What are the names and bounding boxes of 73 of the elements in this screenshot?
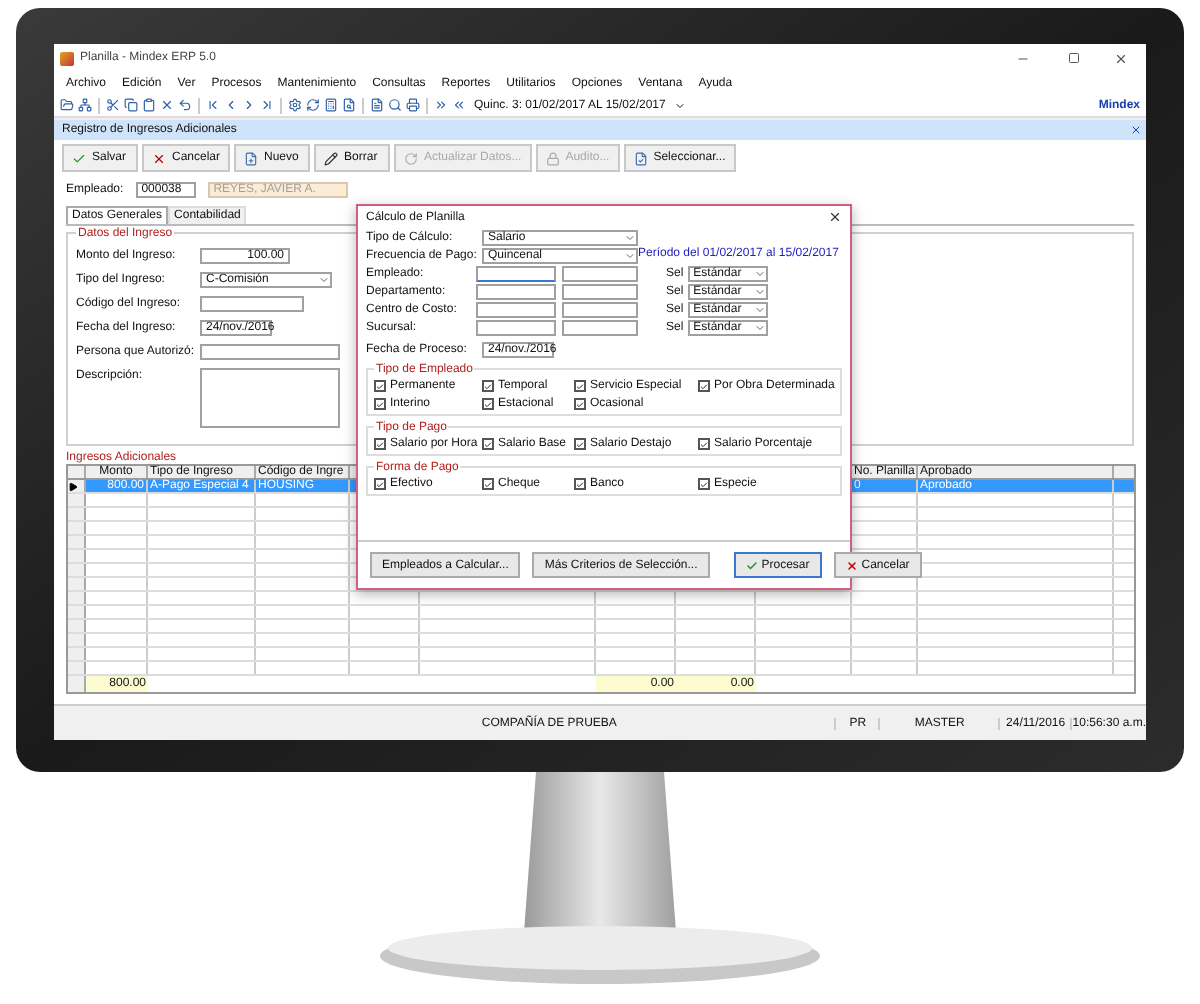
checkbox[interactable] bbox=[374, 380, 386, 392]
input-field[interactable] bbox=[200, 296, 304, 312]
check-icon bbox=[484, 439, 492, 449]
document-icon bbox=[633, 151, 648, 165]
caret-icon bbox=[318, 274, 330, 286]
input-field[interactable] bbox=[562, 284, 638, 300]
input-field[interactable] bbox=[476, 266, 556, 282]
checkbox[interactable] bbox=[482, 478, 494, 490]
checkbox[interactable] bbox=[374, 398, 386, 410]
close-icon[interactable] bbox=[1130, 124, 1142, 136]
close-icon bbox=[845, 559, 858, 571]
settings-icon[interactable] bbox=[288, 98, 302, 112]
maximize-icon[interactable] bbox=[1068, 52, 1080, 64]
close-icon[interactable] bbox=[828, 210, 842, 224]
last-icon[interactable] bbox=[260, 98, 274, 112]
check-icon bbox=[72, 151, 86, 165]
document-icon[interactable] bbox=[370, 98, 384, 112]
text-area[interactable] bbox=[200, 368, 340, 428]
search-icon[interactable] bbox=[388, 98, 402, 112]
checkbox[interactable] bbox=[698, 438, 710, 450]
check-icon bbox=[376, 479, 384, 489]
refresh-icon[interactable] bbox=[306, 98, 320, 112]
check-icon bbox=[576, 439, 584, 449]
checkbox[interactable] bbox=[574, 438, 586, 450]
check-icon bbox=[576, 479, 584, 489]
undo-icon[interactable] bbox=[178, 98, 192, 112]
close-icon[interactable] bbox=[160, 98, 174, 112]
previous-icon[interactable] bbox=[224, 98, 238, 112]
next-icon[interactable] bbox=[242, 98, 256, 112]
checkbox[interactable] bbox=[574, 380, 586, 392]
checkbox[interactable] bbox=[482, 380, 494, 392]
input-field[interactable] bbox=[562, 320, 638, 336]
checkbox[interactable] bbox=[482, 398, 494, 410]
checkbox[interactable] bbox=[574, 398, 586, 410]
document-icon bbox=[244, 151, 259, 165]
document-icon[interactable] bbox=[342, 98, 356, 112]
check-icon bbox=[700, 479, 708, 489]
close-icon[interactable] bbox=[1114, 51, 1128, 65]
input-field[interactable] bbox=[562, 302, 638, 318]
refresh-icon bbox=[404, 151, 419, 165]
first-icon[interactable] bbox=[206, 98, 220, 112]
input-field[interactable] bbox=[562, 266, 638, 282]
close-icon bbox=[152, 151, 166, 165]
printer-icon[interactable] bbox=[406, 98, 420, 112]
input-field[interactable] bbox=[200, 344, 340, 360]
lock-icon bbox=[545, 151, 560, 165]
checkbox[interactable] bbox=[698, 478, 710, 490]
row-pointer-icon bbox=[68, 481, 78, 491]
input-field[interactable] bbox=[476, 320, 556, 336]
check-icon bbox=[376, 439, 384, 449]
calculator-icon[interactable] bbox=[324, 98, 338, 112]
input-field[interactable] bbox=[476, 302, 556, 318]
copy-icon[interactable] bbox=[124, 98, 138, 112]
hierarchy-icon[interactable] bbox=[78, 98, 92, 112]
pencil-icon bbox=[324, 151, 339, 165]
checkbox[interactable] bbox=[574, 478, 586, 490]
folder-icon[interactable] bbox=[60, 98, 74, 112]
check-icon bbox=[745, 559, 758, 571]
paste-icon[interactable] bbox=[142, 98, 156, 112]
checkbox[interactable] bbox=[374, 438, 386, 450]
checkbox[interactable] bbox=[482, 438, 494, 450]
forward-icon[interactable] bbox=[434, 98, 448, 112]
app-icon bbox=[60, 51, 74, 65]
check-icon bbox=[700, 381, 708, 391]
checkbox[interactable] bbox=[698, 380, 710, 392]
back-icon[interactable] bbox=[452, 98, 466, 112]
input-field[interactable] bbox=[476, 284, 556, 300]
check-icon bbox=[700, 439, 708, 449]
cut-icon[interactable] bbox=[106, 98, 120, 112]
caret-icon bbox=[673, 99, 686, 111]
row-header[interactable] bbox=[68, 480, 86, 492]
checkbox[interactable] bbox=[374, 478, 386, 490]
check-icon bbox=[484, 479, 492, 489]
